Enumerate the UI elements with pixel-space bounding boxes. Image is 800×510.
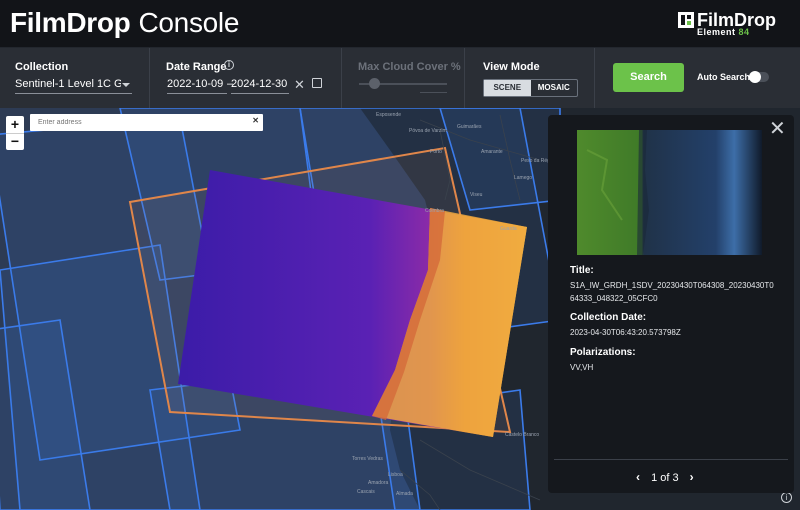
brand-element-number: 84 — [738, 27, 750, 37]
collection-value: Sentinel-1 Level 1C Gro — [15, 78, 121, 90]
polarizations-value: VV,VH — [570, 363, 594, 372]
map-attribution-info-icon[interactable]: i — [781, 492, 792, 503]
cloud-cover-label: Max Cloud Cover % — [358, 61, 461, 73]
clear-date-icon[interactable]: ✕ — [294, 77, 305, 93]
date-checkbox[interactable] — [312, 78, 322, 88]
collection-date-label: Collection Date: — [570, 312, 647, 323]
map-place-label: Póvoa de Varzim — [409, 128, 447, 134]
brand-logo: FilmDrop Element 84 — [678, 10, 788, 40]
thumbnail-image — [577, 130, 762, 255]
cloud-cover-slider-thumb[interactable] — [369, 78, 380, 89]
map-place-label: Castelo Branco — [505, 432, 540, 438]
title-value: S1A_IW_GRDH_1SDV_20230430T064308_2023043… — [570, 281, 774, 303]
zoom-in-button[interactable]: + — [6, 116, 24, 133]
view-mode-scene-button[interactable]: SCENE — [484, 80, 531, 96]
date-range-label: Date Range — [166, 61, 227, 73]
app-title: FilmDrop Console — [10, 7, 239, 39]
pager-divider — [554, 459, 788, 460]
map-place-label: Guarda — [500, 226, 517, 232]
map-place-label: Viseu — [470, 192, 483, 198]
zoom-out-button[interactable]: − — [6, 133, 24, 150]
map-place-label: Torres Vedras — [352, 456, 383, 462]
view-mode-section: View Mode SCENE MOSAIC — [465, 48, 595, 108]
app-root: FilmDrop Console FilmDrop Element 84 Colle… — [0, 0, 800, 510]
chevron-down-icon — [122, 83, 130, 87]
map-place-label: Lisboa — [388, 472, 403, 478]
collection-select[interactable]: Sentinel-1 Level 1C Gro — [15, 78, 132, 94]
app-title-thin: Console — [138, 7, 240, 38]
cloud-cover-input[interactable] — [420, 92, 447, 93]
cloud-cover-section: Max Cloud Cover % — [342, 48, 465, 108]
header-bar: FilmDrop Console FilmDrop Element 84 — [0, 0, 800, 48]
info-icon[interactable]: i — [224, 60, 234, 70]
view-mode-label: View Mode — [483, 61, 540, 73]
address-search: ✕ — [30, 114, 263, 131]
map-place-label: Lamego — [514, 175, 533, 181]
pager-text: 1 of 3 — [651, 472, 679, 484]
search-button[interactable]: Search — [613, 63, 684, 92]
scene-detail-panel: ✕ Title: S1A_IW_GRDH_1SDV_20230430T06430… — [548, 115, 794, 493]
close-panel-icon[interactable]: ✕ — [769, 117, 786, 141]
scene-pager: ‹ 1 of 3 › — [636, 470, 706, 484]
auto-search-toggle[interactable] — [749, 71, 769, 83]
clear-address-icon[interactable]: ✕ — [252, 116, 259, 125]
address-input[interactable] — [38, 117, 248, 128]
map-place-label: Cascais — [357, 489, 375, 495]
brand-subtitle: Element 84 — [697, 27, 750, 37]
date-start-input[interactable]: 2022-10-09 — [167, 78, 227, 94]
map-place-label: Amadora — [368, 480, 389, 486]
map-place-label: Guimarães — [457, 124, 482, 130]
filmdrop-logo-icon — [678, 12, 694, 28]
view-mode-mosaic-button[interactable]: MOSAIC — [531, 80, 578, 96]
collection-date-value: 2023-04-30T06:43:20.573798Z — [570, 328, 681, 337]
zoom-control: + − — [6, 116, 24, 150]
collection-section: Collection Sentinel-1 Level 1C Gro — [0, 48, 150, 108]
chevron-right-icon[interactable]: › — [690, 470, 694, 484]
date-end-input[interactable]: 2024-12-30 — [231, 78, 289, 94]
search-toolbar: Collection Sentinel-1 Level 1C Gro Date … — [0, 48, 800, 108]
map-place-label: Amarante — [481, 149, 503, 155]
toggle-knob — [749, 71, 761, 83]
map-place-label: Porto — [430, 149, 442, 155]
polarizations-label: Polarizations: — [570, 347, 636, 358]
scene-thumbnail — [577, 130, 762, 255]
app-title-bold: FilmDrop — [10, 7, 131, 38]
title-label: Title: — [570, 265, 594, 276]
date-range-section: Date Range i 2022-10-09 – 2024-12-30 ✕ — [150, 48, 342, 108]
map-place-label: Esposende — [376, 112, 402, 118]
map-place-label: Coimbra — [425, 208, 444, 214]
collection-label: Collection — [15, 61, 69, 73]
auto-search-label: Auto Search — [697, 72, 751, 82]
chevron-left-icon[interactable]: ‹ — [636, 470, 640, 484]
map-place-label: Almada — [396, 491, 413, 497]
view-mode-toggle: SCENE MOSAIC — [483, 79, 578, 97]
brand-element: Element — [697, 27, 736, 37]
